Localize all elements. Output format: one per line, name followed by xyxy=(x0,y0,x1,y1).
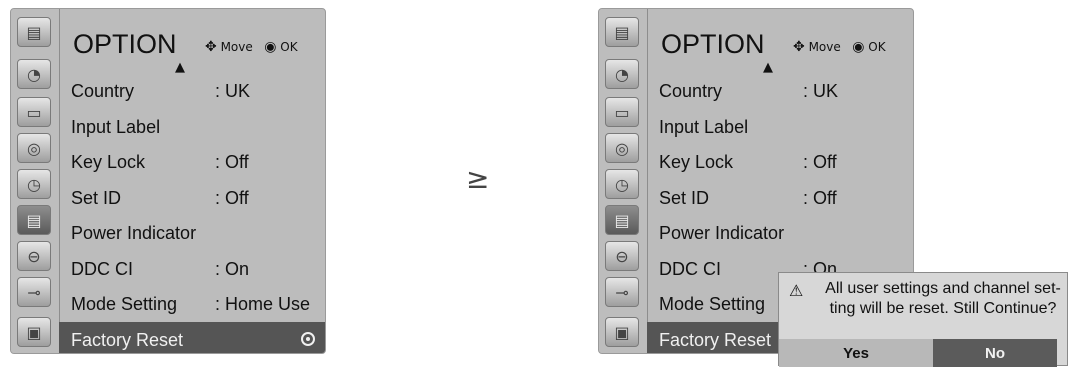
clock-icon[interactable]: ◷ xyxy=(605,169,639,199)
warning-icon: ⚠ xyxy=(789,281,804,300)
menu-item-value: : Off xyxy=(215,152,249,172)
hint-move-label: Move xyxy=(808,40,841,54)
menu-item-label: Set ID xyxy=(659,187,710,208)
hint-ok-label: OK xyxy=(280,40,298,54)
menu-item-label: DDC CI xyxy=(71,258,133,279)
monitor-icon[interactable]: ▭ xyxy=(17,97,51,127)
radio-selected-icon xyxy=(301,331,315,346)
menu-item-label: Mode Setting xyxy=(659,294,766,314)
no-button[interactable]: No xyxy=(933,339,1057,367)
photo-icon[interactable]: ▣ xyxy=(605,317,639,347)
menu-item-value: : Home Use xyxy=(215,294,311,314)
option-active-icon[interactable]: ▤ xyxy=(605,205,639,235)
yes-button[interactable]: Yes xyxy=(779,339,933,367)
nav-hint: ✥ Move ◉ OK xyxy=(793,39,886,55)
menu-item-power-indicator[interactable]: Power Indicator xyxy=(647,215,913,251)
ok-button-icon: ◉ xyxy=(852,39,865,55)
menu-item-label: Factory Reset xyxy=(659,329,772,350)
hint-ok-label: OK xyxy=(868,40,886,54)
menu-item-value: : Off xyxy=(803,152,837,172)
menu-item-mode-setting[interactable]: Mode Setting : Home Use xyxy=(59,286,325,322)
menu-item-value: : Off xyxy=(803,187,837,208)
menu-item-input-label[interactable]: Input Label xyxy=(59,109,325,145)
clock-icon[interactable]: ◷ xyxy=(17,169,51,199)
factory-reset-confirm-dialog: ⚠ All user settings and channel set-ting… xyxy=(778,272,1068,367)
menu-item-ddc-ci[interactable]: DDC CI : On xyxy=(59,251,325,287)
photo-icon[interactable]: ▣ xyxy=(17,317,51,347)
menu-item-label: Key Lock xyxy=(659,152,734,172)
lock-icon[interactable]: ⊖ xyxy=(17,241,51,271)
hint-move-label: Move xyxy=(220,40,253,54)
menu-item-set-id[interactable]: Set ID : Off xyxy=(647,180,913,216)
menu-item-input-label[interactable]: Input Label xyxy=(647,109,913,145)
menu-list: Country : UK Input Label Key Lock : Off … xyxy=(59,73,325,353)
menu-item-label: Country xyxy=(71,81,135,101)
option-icon: ▤ xyxy=(17,17,51,47)
menu-item-label: Input Label xyxy=(659,116,749,137)
menu-item-label: Factory Reset xyxy=(71,329,184,350)
satellite-dish-icon[interactable]: ◔ xyxy=(605,59,639,89)
cable-icon[interactable]: ⊸ xyxy=(605,277,639,307)
menu-item-key-lock[interactable]: Key Lock : Off xyxy=(59,144,325,180)
speaker-icon[interactable]: ◎ xyxy=(17,133,51,163)
menu-item-key-lock[interactable]: Key Lock : Off xyxy=(647,144,913,180)
move-arrows-icon: ✥ xyxy=(793,39,805,55)
menu-item-set-id[interactable]: Set ID : Off xyxy=(59,180,325,216)
menu-item-country[interactable]: Country : UK xyxy=(59,73,325,109)
satellite-dish-icon[interactable]: ◔ xyxy=(17,59,51,89)
menu-title: OPTION xyxy=(661,29,765,59)
ok-button-icon: ◉ xyxy=(264,39,277,55)
nav-hint: ✥ Move ◉ OK xyxy=(205,39,298,55)
menu-item-label: DDC CI xyxy=(659,258,721,279)
monitor-icon[interactable]: ▭ xyxy=(605,97,639,127)
move-arrows-icon: ✥ xyxy=(205,39,217,55)
menu-item-country[interactable]: Country : UK xyxy=(647,73,913,109)
menu-item-label: Power Indicator xyxy=(659,223,785,243)
next-step-arrow: ≥ xyxy=(466,162,490,195)
menu-item-power-indicator[interactable]: Power Indicator xyxy=(59,215,325,251)
dialog-message: All user settings and channel set-ting w… xyxy=(825,280,1061,317)
menu-item-label: Mode Setting xyxy=(71,294,178,314)
lock-icon[interactable]: ⊖ xyxy=(605,241,639,271)
menu-item-value: : UK xyxy=(215,81,251,101)
menu-item-factory-reset[interactable]: Factory Reset xyxy=(59,321,325,353)
option-active-icon[interactable]: ▤ xyxy=(17,205,51,235)
menu-item-label: Power Indicator xyxy=(71,223,197,243)
category-sidebar: ▤ ◔ ▭ ◎ ◷ ▤ ⊖ ⊸ ▣ xyxy=(11,9,60,353)
menu-item-value: : UK xyxy=(803,81,839,101)
menu-item-label: Set ID xyxy=(71,187,122,208)
menu-item-label: Key Lock xyxy=(71,152,146,172)
speaker-icon[interactable]: ◎ xyxy=(605,133,639,163)
category-sidebar: ▤ ◔ ▭ ◎ ◷ ▤ ⊖ ⊸ ▣ xyxy=(599,9,648,353)
menu-item-label: Input Label xyxy=(71,116,161,137)
menu-item-value: : Off xyxy=(215,187,249,208)
cable-icon[interactable]: ⊸ xyxy=(17,277,51,307)
menu-item-value: : On xyxy=(215,258,250,279)
option-icon: ▤ xyxy=(605,17,639,47)
menu-title: OPTION xyxy=(73,29,177,59)
menu-item-label: Country xyxy=(659,81,723,101)
option-menu-panel-left: ▤ ◔ ▭ ◎ ◷ ▤ ⊖ ⊸ ▣ OPTION ✥ Move ◉ OK ▲ C… xyxy=(10,8,326,354)
